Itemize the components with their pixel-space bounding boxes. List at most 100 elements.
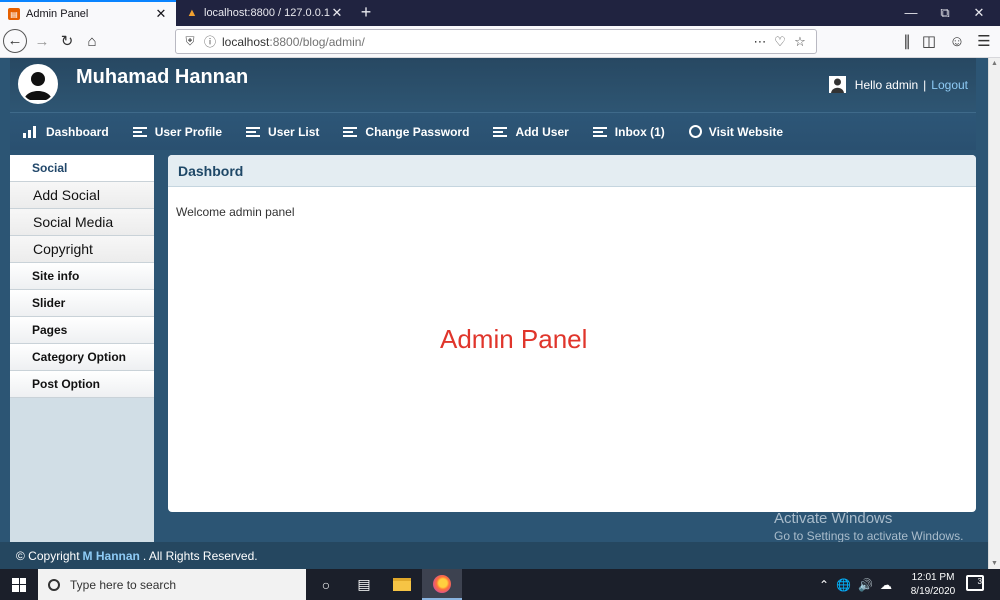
task-view-icon[interactable]: ▤ — [344, 569, 384, 600]
site-header: Muhamad Hannan Hello admin | Logout — [10, 58, 976, 110]
menu-add-user[interactable]: Add User — [493, 124, 569, 139]
start-button[interactable] — [0, 569, 38, 600]
menu-label: Dashboard — [46, 124, 109, 139]
more-icon[interactable]: ⋯ — [750, 34, 770, 50]
sidebar-item-copyright[interactable]: Copyright — [10, 236, 154, 263]
forward-icon[interactable]: → — [29, 29, 55, 55]
tab-title: Admin Panel — [26, 8, 89, 20]
globe-icon — [688, 125, 702, 138]
watermark-subtitle: Go to Settings to activate Windows. — [774, 529, 964, 543]
welcome-text: Welcome admin panel — [176, 205, 295, 219]
phpmyadmin-favicon-icon: ▲ — [186, 7, 198, 19]
sidebar: Social Add Social Social Media Copyright… — [10, 155, 154, 569]
close-tab-icon[interactable]: ✕ — [330, 5, 344, 21]
scroll-up-icon[interactable]: ▲ — [991, 60, 998, 67]
site-title: Muhamad Hannan — [76, 66, 249, 88]
menu-visit-website[interactable]: Visit Website — [688, 124, 784, 139]
menu-label: User Profile — [154, 124, 223, 139]
volume-icon[interactable]: 🔊 — [858, 578, 873, 592]
site-footer: © Copyright M Hannan . All Rights Reserv… — [0, 542, 988, 569]
info-icon[interactable]: ⓘ — [202, 33, 218, 50]
onedrive-icon[interactable]: ☁ — [880, 578, 892, 592]
scroll-down-icon[interactable]: ▼ — [991, 560, 998, 567]
restore-icon[interactable]: ⧉ — [928, 0, 962, 26]
menu-user-list[interactable]: User List — [246, 125, 319, 139]
menu-label: Visit Website — [708, 124, 784, 139]
footer-name: M Hannan — [82, 548, 140, 563]
sidebar-item-post-option[interactable]: Post Option — [10, 371, 154, 398]
activate-windows-watermark: Activate Windows Go to Settings to activ… — [774, 510, 963, 543]
tab-phpmyadmin[interactable]: ▲ localhost:8800 / 127.0.0.1 / blg ✕ — [178, 0, 352, 26]
back-icon: ← — [3, 29, 27, 53]
list-icon — [592, 126, 607, 137]
sidebar-item-social-media[interactable]: Social Media — [10, 209, 154, 236]
pocket-icon[interactable]: ♡ — [770, 34, 790, 50]
footer-prefix: © Copyright — [16, 548, 80, 563]
main-menu: Dashboard User Profile User List Change … — [10, 112, 976, 150]
sidebar-item-social[interactable]: Social — [10, 155, 154, 182]
menu-label: Change Password — [365, 124, 470, 139]
watermark-title: Activate Windows — [774, 510, 893, 527]
menu-icon[interactable]: ☰ — [971, 29, 997, 55]
page-body: Muhamad Hannan Hello admin | Logout Dash… — [0, 58, 988, 569]
notification-count: 3 — [977, 577, 982, 586]
separator: | — [923, 77, 927, 92]
firefox-icon[interactable] — [422, 569, 462, 600]
sidebar-icon[interactable]: ◫ — [916, 29, 942, 55]
browser-tab-bar: ▤ Admin Panel ✕ ▲ localhost:8800 / 127.0… — [0, 0, 1000, 26]
taskbar-search[interactable]: Type here to search — [38, 569, 306, 600]
user-box: Hello admin | Logout — [828, 76, 968, 93]
menu-change-password[interactable]: Change Password — [343, 125, 469, 139]
sidebar-item-slider[interactable]: Slider — [10, 290, 154, 317]
minimize-icon[interactable]: — — [894, 0, 928, 26]
list-icon — [132, 126, 147, 137]
page-scrollbar[interactable]: ▲ ▼ — [988, 58, 1000, 569]
home-icon[interactable]: ⌂ — [79, 29, 105, 55]
panel-title: Dashbord — [168, 155, 976, 187]
clock[interactable]: 12:01 PM 8/19/2020 — [902, 571, 964, 599]
star-icon[interactable]: ☆ — [790, 34, 810, 50]
greeting-text: Hello admin — [854, 77, 919, 92]
sidebar-item-add-social[interactable]: Add Social — [10, 182, 154, 209]
back-button[interactable]: ← — [3, 29, 29, 55]
shield-icon[interactable]: ⛨ — [182, 34, 198, 49]
system-tray: ⌃ 🌐 🔊 ☁ — [819, 569, 892, 600]
clock-time: 12:01 PM — [911, 572, 955, 583]
clock-date: 8/19/2020 — [910, 586, 956, 597]
menu-label: Add User — [515, 124, 569, 139]
close-tab-icon[interactable]: ✕ — [154, 6, 168, 22]
reload-icon[interactable]: ↻ — [54, 29, 80, 55]
url-host: localhost — [222, 34, 270, 49]
logout-link[interactable]: Logout — [931, 78, 968, 92]
footer-suffix: . All Rights Reserved. — [142, 548, 258, 563]
sidebar-item-site-info[interactable]: Site info — [10, 263, 154, 290]
xampp-favicon-icon: ▤ — [8, 8, 20, 20]
windows-taskbar: Type here to search ○ ▤ ⌃ 🌐 🔊 ☁ 12:01 PM… — [0, 569, 1000, 600]
list-icon — [493, 126, 508, 137]
menu-inbox[interactable]: Inbox (1) — [592, 125, 665, 139]
list-icon — [343, 126, 358, 137]
url-text[interactable]: localhost:8800/blog/admin/ — [222, 35, 750, 49]
network-icon[interactable]: 🌐 — [836, 578, 851, 592]
sidebar-item-pages[interactable]: Pages — [10, 317, 154, 344]
url-bar[interactable]: ⛨ ⓘ localhost:8800/blog/admin/ ⋯ ♡ ☆ — [175, 29, 817, 54]
new-tab-button[interactable]: + — [356, 2, 376, 24]
notification-icon[interactable]: 3 — [966, 575, 984, 591]
overlay-title: Admin Panel — [440, 324, 588, 354]
browser-nav-bar: ← → ↻ ⌂ ⛨ ⓘ localhost:8800/blog/admin/ ⋯… — [0, 26, 1000, 58]
search-icon — [48, 578, 60, 591]
tab-admin-panel[interactable]: ▤ Admin Panel ✕ — [0, 0, 176, 26]
menu-user-profile[interactable]: User Profile — [132, 124, 223, 139]
account-icon[interactable]: ☺ — [944, 29, 970, 55]
tab-title: localhost:8800 / 127.0.0.1 / blg — [204, 7, 330, 19]
close-window-icon[interactable]: ✕ — [962, 0, 996, 26]
windows-logo-icon — [12, 577, 26, 592]
cortana-icon[interactable]: ○ — [306, 569, 346, 600]
user-silhouette-icon — [24, 72, 52, 100]
menu-dashboard[interactable]: Dashboard — [23, 125, 109, 139]
chevron-up-icon[interactable]: ⌃ — [819, 578, 829, 592]
file-explorer-icon[interactable] — [382, 569, 422, 600]
avatar — [18, 64, 58, 104]
sidebar-item-category-option[interactable]: Category Option — [10, 344, 154, 371]
url-path: :8800/blog/admin/ — [269, 34, 365, 49]
